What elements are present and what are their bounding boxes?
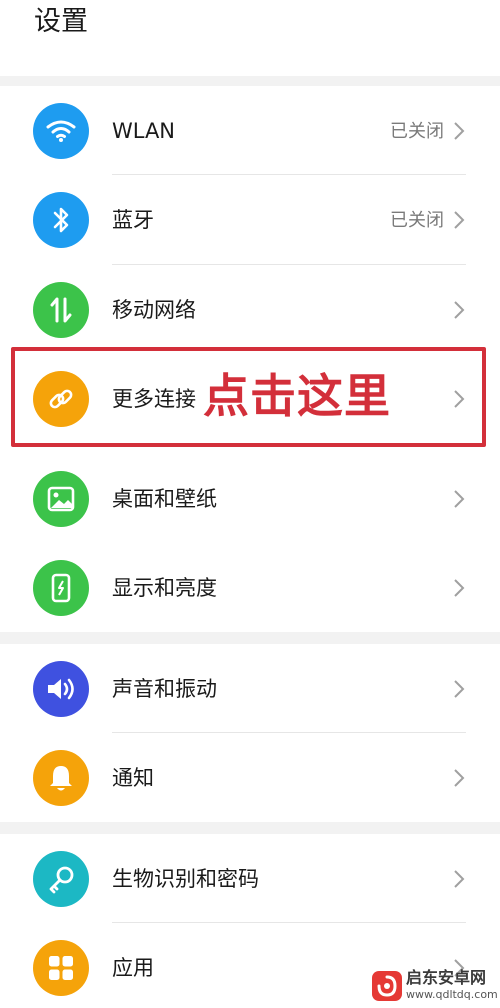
watermark-name: 启东安卓网	[406, 968, 487, 987]
mobile-data-icon	[33, 282, 89, 338]
settings-item-label: 应用	[112, 956, 154, 980]
wlan-status: 已关闭	[390, 121, 444, 142]
settings-item-sound[interactable]: 声音和振动	[0, 644, 500, 733]
section-gap	[0, 632, 500, 644]
settings-item-display[interactable]: 显示和亮度	[0, 543, 500, 632]
watermark-logo-icon	[372, 971, 402, 1001]
annotation-text: 点击这里	[203, 369, 391, 423]
settings-item-label: 移动网络	[112, 298, 196, 322]
settings-item-label: 通知	[112, 766, 154, 790]
bluetooth-icon	[33, 192, 89, 248]
chevron-right-icon	[454, 490, 465, 508]
chevron-right-icon	[454, 301, 465, 319]
wifi-icon	[33, 103, 89, 159]
settings-item-wlan[interactable]: WLAN 已关闭	[0, 86, 500, 175]
bluetooth-status: 已关闭	[390, 210, 444, 231]
display-icon	[33, 560, 89, 616]
settings-item-label: 蓝牙	[112, 208, 154, 232]
section-gap	[0, 76, 500, 86]
volume-icon	[33, 661, 89, 717]
apps-grid-icon	[33, 940, 89, 996]
settings-item-label: WLAN	[112, 119, 176, 143]
settings-item-label: 生物识别和密码	[112, 867, 259, 891]
settings-item-biometrics[interactable]: 生物识别和密码	[0, 834, 500, 923]
chevron-right-icon	[454, 769, 465, 787]
settings-item-label: 桌面和壁纸	[112, 487, 217, 511]
chevron-right-icon	[454, 122, 465, 140]
section-gap	[0, 822, 500, 834]
settings-item-wallpaper[interactable]: 桌面和壁纸	[0, 454, 500, 544]
watermark-url: www.qdltdq.com	[406, 988, 498, 1001]
header: 设置	[0, 0, 500, 76]
chevron-right-icon	[454, 579, 465, 597]
settings-item-notifications[interactable]: 通知	[0, 733, 500, 822]
settings-item-label: 显示和亮度	[112, 576, 217, 600]
bell-icon	[33, 750, 89, 806]
chevron-right-icon	[454, 211, 465, 229]
settings-item-label: 声音和振动	[112, 677, 217, 701]
image-icon	[33, 471, 89, 527]
page-title: 设置	[34, 6, 88, 37]
settings-item-mobile-network[interactable]: 移动网络	[0, 265, 500, 354]
settings-item-bluetooth[interactable]: 蓝牙 已关闭	[0, 175, 500, 265]
chevron-right-icon	[454, 680, 465, 698]
key-icon	[33, 851, 89, 907]
chevron-right-icon	[454, 870, 465, 888]
watermark: 启东安卓网 www.qdltdq.com	[372, 968, 498, 1006]
